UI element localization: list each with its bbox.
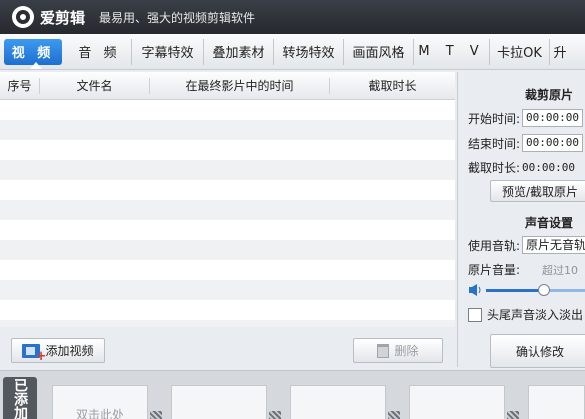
app-name: 爱剪辑 bbox=[40, 8, 86, 27]
storyboard-strip: 已添加 双击此处 bbox=[0, 370, 585, 419]
table-row bbox=[0, 140, 455, 160]
table-row bbox=[0, 260, 455, 280]
app-logo-icon bbox=[12, 6, 34, 28]
storyboard-slot[interactable] bbox=[409, 385, 505, 419]
start-time-row: 开始时间: 00:00:00 bbox=[468, 109, 584, 127]
volume-slider[interactable] bbox=[486, 284, 585, 296]
volume-hint: 超过10 bbox=[542, 263, 579, 277]
table-row bbox=[0, 320, 455, 327]
add-video-label: 添加视频 bbox=[45, 344, 94, 358]
col-index[interactable]: 序号 bbox=[0, 77, 40, 94]
transition-icon[interactable] bbox=[269, 411, 281, 419]
file-table-body[interactable] bbox=[0, 100, 455, 327]
transition-icon[interactable] bbox=[150, 411, 162, 419]
settings-panel: 裁剪原片 开始时间: 00:00:00 结束时间: 00:00:00 截取时长:… bbox=[457, 72, 585, 368]
file-table-header: 序号 文件名 在最终影片中的时间 截取时长 bbox=[0, 72, 455, 100]
start-time-label: 开始时间: bbox=[468, 111, 521, 126]
storyboard-tab[interactable]: 已添加 bbox=[3, 377, 37, 419]
transition-icon[interactable] bbox=[507, 411, 519, 419]
table-row bbox=[0, 280, 455, 300]
app-slogan: 最易用、强大的视频剪辑软件 bbox=[99, 10, 256, 25]
audio-section-title: 声音设置 bbox=[458, 211, 585, 233]
fade-label: 头尾声音淡入淡出 bbox=[487, 308, 584, 322]
tab-video[interactable]: 视 频 bbox=[4, 38, 62, 65]
table-row bbox=[0, 220, 455, 240]
storyboard-slot[interactable] bbox=[290, 385, 386, 419]
table-row bbox=[0, 180, 455, 200]
audio-track-row: 使用音轨: 原片无音轨 bbox=[468, 236, 585, 254]
col-filename[interactable]: 文件名 bbox=[40, 77, 150, 94]
end-time-input[interactable]: 00:00:00 bbox=[522, 134, 584, 152]
duration-value: 00:00:00 bbox=[522, 161, 576, 174]
slot-hint: 双击此处 bbox=[75, 408, 124, 419]
storyboard-slot[interactable]: 双击此处 bbox=[52, 385, 148, 419]
title-bar: 爱剪辑 最易用、强大的视频剪辑软件 bbox=[0, 0, 585, 34]
main-tab-bar: 视 频 音 频 字幕特效 叠加素材 转场特效 画面风格 M T V 卡拉OK 升 bbox=[0, 34, 585, 70]
tab-karaoke[interactable]: 卡拉OK bbox=[490, 38, 550, 65]
duration-label: 截取时长: bbox=[468, 161, 521, 175]
audio-track-label: 使用音轨: bbox=[468, 238, 521, 253]
storyboard-slot[interactable] bbox=[528, 385, 585, 419]
speaker-icon[interactable] bbox=[468, 283, 482, 297]
duration-row: 截取时长: 00:00:00 bbox=[468, 159, 575, 176]
transition-icon[interactable] bbox=[388, 411, 400, 419]
tab-subtitle-effects[interactable]: 字幕特效 bbox=[132, 38, 204, 65]
volume-row: 原片音量: 超过10 bbox=[468, 261, 578, 278]
tab-mtv[interactable]: M T V bbox=[414, 38, 490, 65]
confirm-button[interactable]: 确认修改 bbox=[490, 334, 585, 368]
volume-slider-fill bbox=[486, 289, 544, 292]
tab-audio[interactable]: 音 频 bbox=[68, 38, 132, 65]
table-row bbox=[0, 240, 455, 260]
col-duration[interactable]: 截取时长 bbox=[330, 78, 455, 94]
fade-checkbox[interactable] bbox=[468, 307, 482, 322]
add-video-button[interactable]: 添加视频 bbox=[11, 338, 105, 364]
active-tab-indicator bbox=[30, 62, 42, 69]
end-time-row: 结束时间: 00:00:00 bbox=[468, 134, 584, 152]
volume-label: 原片音量: bbox=[468, 263, 521, 277]
table-row bbox=[0, 200, 455, 220]
tab-overlay-material[interactable]: 叠加素材 bbox=[204, 38, 274, 65]
tab-transition-effects[interactable]: 转场特效 bbox=[274, 38, 344, 65]
end-time-label: 结束时间: bbox=[468, 136, 521, 151]
col-final-time[interactable]: 在最终影片中的时间 bbox=[150, 77, 330, 94]
tab-upgrade[interactable]: 升 bbox=[550, 39, 570, 65]
tab-picture-style[interactable]: 画面风格 bbox=[344, 38, 414, 65]
table-row bbox=[0, 160, 455, 180]
preview-trim-button[interactable]: 预览/截取原片 bbox=[490, 180, 585, 202]
video-file-list: 序号 文件名 在最终影片中的时间 截取时长 bbox=[0, 72, 455, 327]
storyboard-slot[interactable] bbox=[171, 385, 267, 419]
table-row bbox=[0, 300, 455, 320]
delete-label: 删除 bbox=[394, 344, 419, 358]
audio-track-select[interactable]: 原片无音轨 bbox=[522, 236, 585, 254]
file-actions-bar: 添加视频 删除 bbox=[0, 327, 455, 367]
start-time-input[interactable]: 00:00:00 bbox=[522, 109, 584, 127]
trash-icon bbox=[377, 343, 390, 358]
delete-button[interactable]: 删除 bbox=[353, 338, 443, 363]
volume-slider-thumb[interactable] bbox=[538, 284, 550, 296]
table-row bbox=[0, 120, 455, 140]
add-film-icon bbox=[22, 343, 46, 364]
fade-row[interactable]: 头尾声音淡入淡出 bbox=[468, 306, 583, 323]
table-row bbox=[0, 100, 455, 120]
trim-section-title: 裁剪原片 bbox=[458, 83, 585, 105]
